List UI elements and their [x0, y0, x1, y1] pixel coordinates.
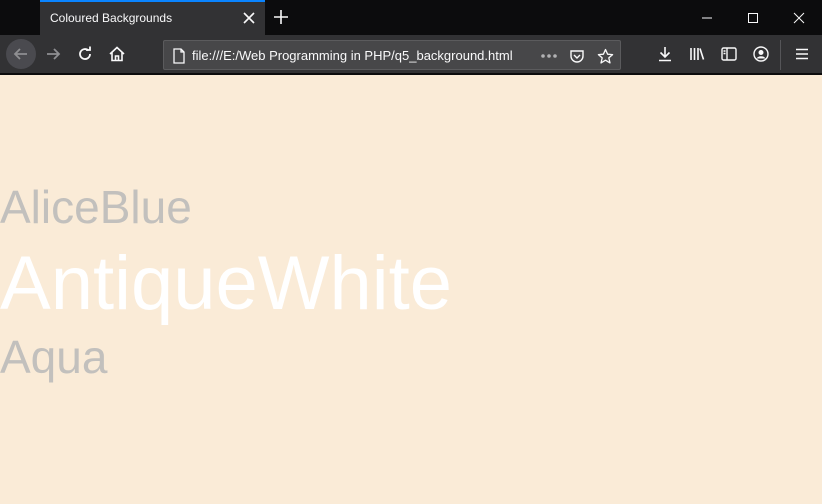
toolbar-separator [780, 40, 781, 70]
ellipsis-icon[interactable] [540, 47, 558, 65]
account-icon[interactable] [746, 39, 776, 69]
hamburger-icon[interactable] [787, 39, 817, 69]
colour-name-aqua: Aqua [0, 331, 108, 383]
colour-name-aliceblue: AliceBlue [0, 181, 192, 233]
url-text[interactable]: file:///E:/Web Programming in PHP/q5_bac… [192, 48, 513, 63]
page-icon [170, 47, 188, 65]
star-icon[interactable] [596, 47, 614, 65]
reload-icon[interactable] [70, 39, 100, 69]
maximize-icon[interactable] [730, 0, 776, 35]
colour-name-antiquewhite: AntiqueWhite [0, 241, 453, 326]
tab-strip: Coloured Backgrounds [0, 0, 822, 35]
pocket-icon[interactable] [568, 47, 586, 65]
page-viewport: AliceBlue AntiqueWhite Aqua [0, 75, 822, 504]
navigation-toolbar: file:///E:/Web Programming in PHP/q5_bac… [0, 35, 822, 74]
plus-icon[interactable] [272, 8, 290, 26]
home-icon[interactable] [102, 39, 132, 69]
minimize-icon[interactable] [684, 0, 730, 35]
arrow-right-icon[interactable] [38, 39, 68, 69]
sidebar-icon[interactable] [714, 39, 744, 69]
library-icon[interactable] [682, 39, 712, 69]
tab-title: Coloured Backgrounds [50, 11, 173, 25]
close-icon[interactable] [241, 10, 257, 26]
tab-active[interactable]: Coloured Backgrounds [40, 0, 265, 35]
url-bar[interactable]: file:///E:/Web Programming in PHP/q5_bac… [163, 40, 621, 70]
window-close-icon[interactable] [776, 0, 822, 35]
download-icon[interactable] [650, 39, 680, 69]
arrow-left-icon[interactable] [6, 39, 36, 69]
